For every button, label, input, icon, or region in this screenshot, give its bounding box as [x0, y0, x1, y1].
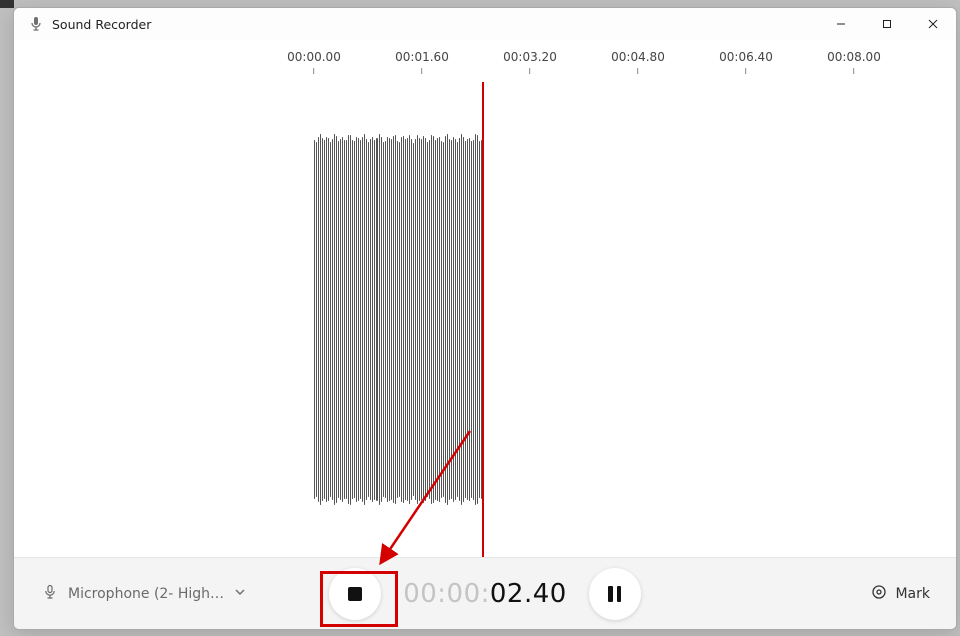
sound-recorder-window: Sound Recorder 00:00.0000:01.6000:03.200…: [13, 7, 957, 630]
ruler-tick-label: 00:01.60: [395, 50, 449, 64]
microphone-picker[interactable]: Microphone (2- High…: [32, 578, 256, 610]
ruler-tick: 00:01.60: [395, 50, 449, 74]
time-ruler: 00:00.00 00:01.60 00:03.20 00:04.80 00:06.40…: [14, 50, 956, 82]
pause-icon: [608, 586, 621, 602]
timer-prefix: 00:00:: [403, 579, 490, 609]
ruler-tick-mark: [529, 68, 530, 74]
background-desktop-peek: [0, 0, 14, 8]
close-button[interactable]: [910, 8, 956, 40]
ruler-tick-mark: [745, 68, 746, 74]
chevron-down-icon: [234, 586, 246, 602]
elapsed-time: 00:00:02.40: [403, 579, 567, 609]
pause-button[interactable]: [589, 568, 641, 620]
mark-button[interactable]: Mark: [863, 578, 938, 610]
titlebar[interactable]: Sound Recorder: [14, 8, 956, 40]
stop-button[interactable]: [329, 568, 381, 620]
ruler-tick: 00:00.00: [287, 50, 341, 74]
ruler-tick-mark: [313, 68, 314, 74]
mark-icon: [871, 584, 887, 604]
ruler-tick-mark: [637, 68, 638, 74]
window-title: Sound Recorder: [52, 17, 151, 32]
ruler-tick-label: 00:04.80: [611, 50, 665, 64]
control-bar: Microphone (2- High… 00:00:02.40: [14, 557, 956, 629]
app-icon: [28, 16, 44, 32]
window-controls: [818, 8, 956, 40]
ruler-tick-mark: [853, 68, 854, 74]
waveform-area[interactable]: [14, 82, 956, 557]
ruler-tick-label: 00:06.40: [719, 50, 773, 64]
waveform: [314, 82, 482, 557]
ruler-tick: 00:08.00: [827, 50, 881, 74]
ruler-tick-label: 00:03.20: [503, 50, 557, 64]
microphone-label: Microphone (2- High…: [68, 586, 224, 602]
minimize-button[interactable]: [818, 8, 864, 40]
ruler-tick: 00:04.80: [611, 50, 665, 74]
ruler-tick-mark: [421, 68, 422, 74]
ruler-tick-label: 00:08.00: [827, 50, 881, 64]
mark-label: Mark: [895, 586, 930, 602]
microphone-icon: [42, 584, 58, 604]
playhead[interactable]: [482, 82, 484, 557]
ruler-tick: 00:06.40: [719, 50, 773, 74]
maximize-button[interactable]: [864, 8, 910, 40]
timer-seconds: 02.40: [490, 579, 567, 609]
ruler-tick-label: 00:00.00: [287, 50, 341, 64]
stop-icon: [348, 587, 362, 601]
ruler-tick: 00:03.20: [503, 50, 557, 74]
